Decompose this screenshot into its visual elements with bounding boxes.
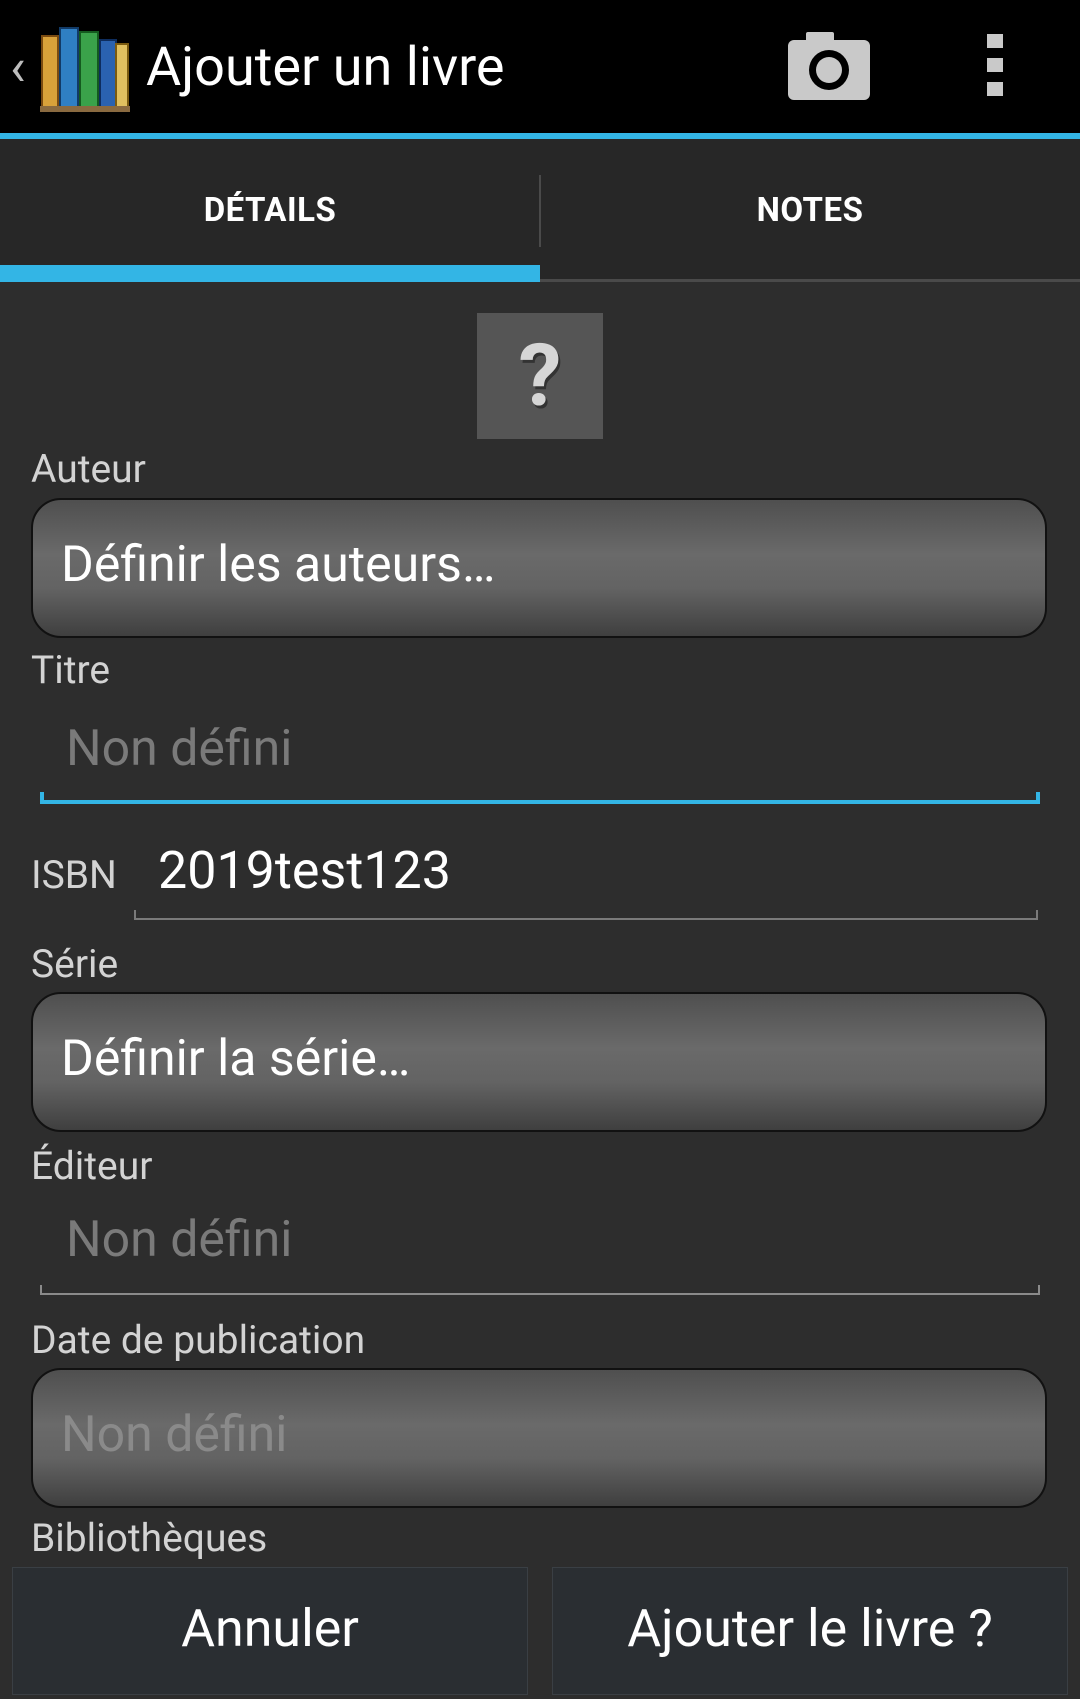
chevron-left-icon[interactable]: ‹ [10, 38, 26, 98]
camera-icon[interactable] [784, 30, 874, 104]
publisher-input-placeholder: Non défini [66, 1211, 293, 1269]
series-label: Série [31, 941, 119, 987]
set-series-button[interactable]: Définir la série… [31, 992, 1047, 1132]
pubdate-button-placeholder: Non défini [61, 1406, 288, 1464]
tab-details[interactable]: DÉTAILS [0, 139, 540, 282]
tab-notes-label: NOTES [756, 191, 864, 230]
action-bar: ‹ Ajouter un livre [0, 0, 1080, 133]
set-authors-button[interactable]: Définir les auteurs… [31, 498, 1047, 638]
pubdate-button[interactable]: Non défini [31, 1368, 1047, 1508]
libraries-label: Bibliothèques [31, 1515, 268, 1561]
question-mark-icon: ? [518, 325, 562, 426]
bottom-button-bar: Annuler Ajouter le livre ? [0, 1560, 1080, 1699]
tab-selected-indicator [0, 265, 540, 282]
pubdate-label: Date de publication [31, 1317, 366, 1363]
tab-notes[interactable]: NOTES [540, 139, 1080, 282]
publisher-input[interactable]: Non défini [40, 1205, 1040, 1295]
title-label: Titre [31, 647, 111, 693]
isbn-label: ISBN [31, 852, 117, 898]
tab-details-label: DÉTAILS [203, 191, 337, 230]
add-book-button-label: Ajouter le livre ? [627, 1598, 993, 1659]
title-input[interactable]: Non défini [40, 714, 1040, 804]
overflow-menu-icon[interactable] [980, 30, 1010, 100]
books-icon[interactable] [40, 22, 130, 112]
cancel-button-label: Annuler [181, 1598, 359, 1659]
tab-bar: DÉTAILS NOTES [0, 139, 1080, 282]
isbn-input-value: 2019test123 [158, 840, 452, 901]
isbn-input[interactable]: 2019test123 [134, 830, 1038, 920]
set-series-button-label: Définir la série… [61, 1030, 411, 1088]
publisher-label: Éditeur [31, 1143, 153, 1189]
set-authors-button-label: Définir les auteurs… [61, 536, 496, 594]
book-cover-placeholder[interactable]: ? [477, 313, 603, 439]
title-input-placeholder: Non défini [66, 720, 293, 778]
author-label: Auteur [31, 446, 146, 492]
tab-underline [540, 279, 1080, 282]
page-title: Ajouter un livre [146, 36, 505, 99]
add-book-button[interactable]: Ajouter le livre ? [552, 1567, 1068, 1695]
cancel-button[interactable]: Annuler [12, 1567, 528, 1695]
